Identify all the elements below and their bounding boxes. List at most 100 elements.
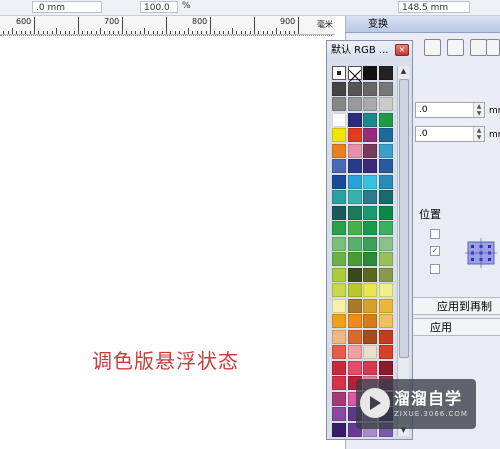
color-swatch[interactable]	[378, 66, 393, 80]
color-swatch[interactable]	[378, 81, 393, 96]
color-swatch[interactable]	[332, 298, 346, 313]
no-fill-swatch-icon[interactable]	[332, 66, 346, 80]
color-swatch[interactable]	[378, 252, 393, 266]
x-field[interactable]: .0 ▲ ▼	[415, 102, 485, 118]
color-swatch[interactable]	[332, 376, 346, 390]
color-swatch[interactable]	[378, 97, 393, 111]
anchor-grid-icon[interactable]	[465, 238, 497, 268]
color-swatch[interactable]	[332, 252, 346, 266]
color-swatch[interactable]	[347, 221, 362, 235]
color-swatch[interactable]	[378, 360, 393, 375]
color-swatch[interactable]	[332, 391, 346, 406]
scale-field[interactable]: 100.0	[140, 1, 178, 13]
anchor-checkbox-top[interactable]	[430, 229, 440, 239]
color-swatch[interactable]	[363, 329, 377, 344]
color-swatch[interactable]	[378, 345, 393, 359]
color-swatch[interactable]	[347, 314, 362, 328]
color-swatch[interactable]	[332, 314, 346, 328]
color-swatch[interactable]	[347, 112, 362, 127]
color-swatch[interactable]	[363, 283, 377, 297]
color-swatch[interactable]	[332, 128, 346, 142]
color-swatch[interactable]	[378, 298, 393, 313]
color-swatch[interactable]	[378, 236, 393, 251]
color-swatch[interactable]	[378, 314, 393, 328]
y-field[interactable]: .0 ▲ ▼	[415, 126, 485, 142]
color-swatch[interactable]	[363, 128, 377, 142]
color-swatch[interactable]	[378, 205, 393, 220]
color-swatch[interactable]	[363, 190, 377, 204]
color-swatch[interactable]	[363, 298, 377, 313]
color-swatch[interactable]	[332, 205, 346, 220]
color-swatch[interactable]	[363, 174, 377, 189]
apply-button[interactable]: 应用	[412, 318, 500, 336]
color-swatch[interactable]	[363, 81, 377, 96]
color-swatch[interactable]	[363, 221, 377, 235]
color-swatch[interactable]	[347, 298, 362, 313]
color-swatch[interactable]	[363, 97, 377, 111]
color-swatch[interactable]	[347, 267, 362, 282]
color-swatch[interactable]	[363, 360, 377, 375]
color-swatch[interactable]	[347, 190, 362, 204]
color-swatch[interactable]	[347, 159, 362, 173]
height-field[interactable]: 148.5 mm	[398, 1, 470, 13]
color-swatch[interactable]	[332, 174, 346, 189]
color-swatch[interactable]	[332, 112, 346, 127]
scale-icon[interactable]	[470, 39, 487, 56]
color-swatch[interactable]	[378, 267, 393, 282]
close-icon[interactable]: ×	[395, 44, 409, 56]
color-swatch[interactable]	[378, 159, 393, 173]
color-swatch[interactable]	[347, 329, 362, 344]
y-spinner[interactable]: ▲ ▼	[473, 127, 484, 141]
color-swatch[interactable]	[363, 252, 377, 266]
color-swatch[interactable]	[332, 267, 346, 282]
no-color-swatch-icon[interactable]	[347, 66, 362, 83]
color-swatch[interactable]	[347, 236, 362, 251]
color-swatch[interactable]	[347, 81, 362, 96]
color-swatch[interactable]	[332, 360, 346, 375]
anchor-checkbox-bottom[interactable]	[430, 264, 440, 274]
color-swatch[interactable]	[378, 221, 393, 235]
color-swatch[interactable]	[347, 283, 362, 297]
color-swatch[interactable]	[347, 345, 362, 359]
color-swatch[interactable]	[378, 143, 393, 158]
color-swatch[interactable]	[332, 283, 346, 297]
color-swatch[interactable]	[332, 97, 346, 111]
color-swatch[interactable]	[363, 66, 377, 80]
color-swatch[interactable]	[363, 314, 377, 328]
color-swatch[interactable]	[332, 221, 346, 235]
x-spinner[interactable]: ▲ ▼	[473, 103, 484, 117]
color-swatch[interactable]	[378, 329, 393, 344]
color-swatch[interactable]	[347, 360, 362, 375]
size-icon[interactable]	[486, 39, 500, 56]
position-field[interactable]: .0 mm	[32, 1, 102, 13]
color-swatch[interactable]	[378, 112, 393, 127]
color-swatch[interactable]	[332, 81, 346, 96]
rotate-icon[interactable]	[447, 39, 464, 56]
color-swatch[interactable]	[332, 407, 346, 421]
drawing-canvas[interactable]	[0, 36, 332, 449]
color-swatch[interactable]	[332, 143, 346, 158]
apply-to-duplicate-button[interactable]: 应用到再制	[412, 297, 500, 315]
position-icon[interactable]	[424, 39, 441, 56]
color-swatch[interactable]	[332, 345, 346, 359]
color-swatch[interactable]	[363, 345, 377, 359]
color-swatch[interactable]	[332, 190, 346, 204]
color-swatch[interactable]	[378, 283, 393, 297]
color-swatch[interactable]	[363, 236, 377, 251]
color-swatch[interactable]	[332, 159, 346, 173]
color-swatch[interactable]	[363, 267, 377, 282]
color-swatch[interactable]	[347, 143, 362, 158]
color-swatch[interactable]	[347, 97, 362, 111]
color-swatch[interactable]	[332, 329, 346, 344]
color-swatch[interactable]	[378, 174, 393, 189]
color-swatch[interactable]	[347, 252, 362, 266]
color-swatch[interactable]	[347, 128, 362, 142]
scroll-thumb[interactable]	[399, 79, 409, 358]
color-swatch[interactable]	[363, 112, 377, 127]
color-swatch[interactable]	[347, 174, 362, 189]
color-swatch[interactable]	[332, 422, 346, 437]
color-swatch[interactable]	[347, 205, 362, 220]
color-swatch[interactable]	[332, 236, 346, 251]
color-swatch[interactable]	[363, 159, 377, 173]
color-swatch[interactable]	[378, 128, 393, 142]
